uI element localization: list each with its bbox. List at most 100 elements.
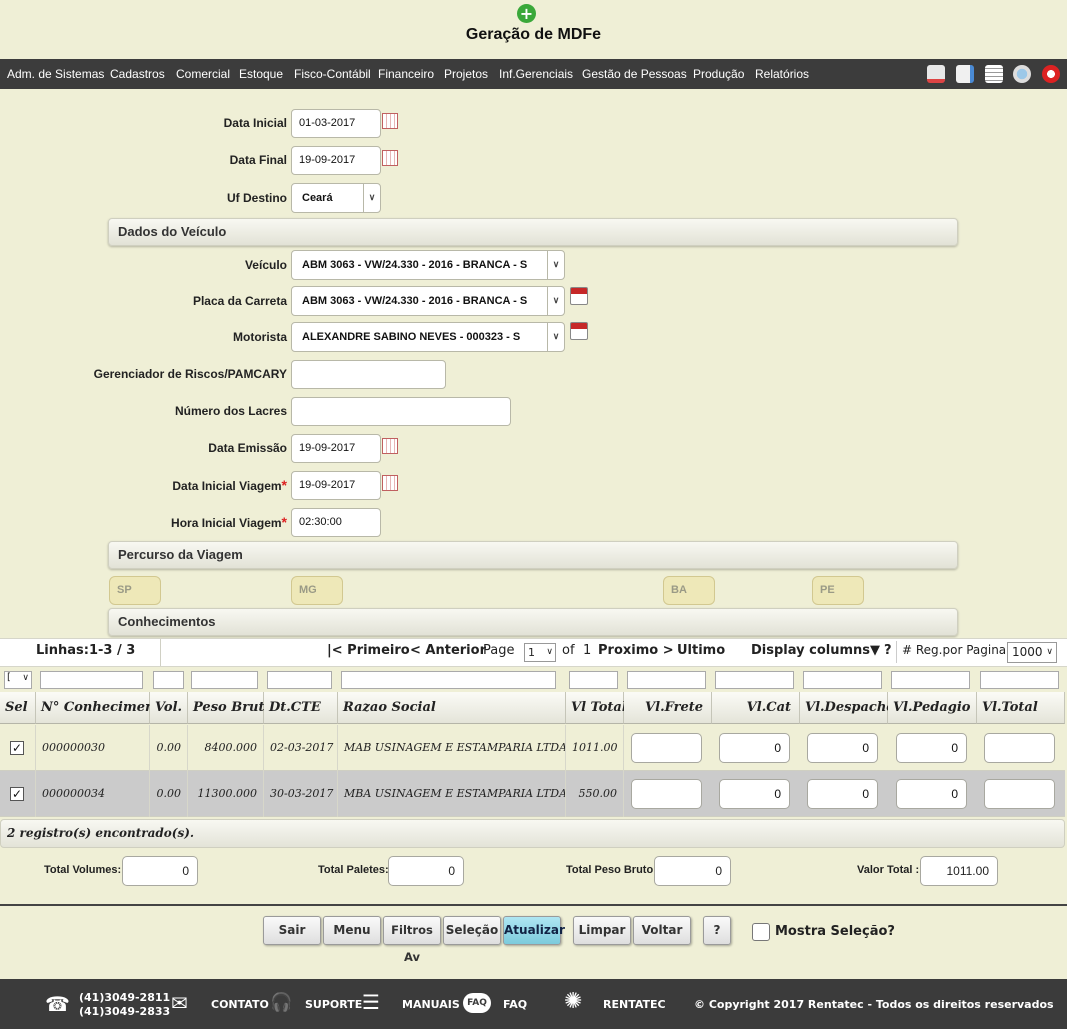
filter-dt-input[interactable] <box>267 671 332 689</box>
filter-vltotal-input[interactable] <box>569 671 618 689</box>
veiculo-select[interactable]: ABM 3063 - VW/24.330 - 2016 - BRANCA - S… <box>291 250 565 280</box>
col-header-vltotal[interactable]: Vl Total <box>566 692 627 724</box>
data-emissao-input[interactable]: 19-09-2017 <box>291 434 381 463</box>
lacres-input[interactable] <box>291 397 511 426</box>
col-header-numero[interactable]: N° Conhecimento <box>36 692 169 724</box>
calendar-add-icon[interactable] <box>570 322 588 340</box>
total-volumes-field[interactable]: 0 <box>122 856 198 886</box>
filter-cat-input[interactable] <box>715 671 794 689</box>
filter-numero-input[interactable] <box>40 671 143 689</box>
calendar-add-icon[interactable] <box>570 287 588 305</box>
atualizar-button[interactable]: Atualizar <box>503 916 565 945</box>
col-header-razao[interactable]: Razao Social <box>338 692 566 724</box>
books-icon[interactable]: ☰ <box>362 992 380 1012</box>
chevron-down-icon[interactable]: ∨ <box>547 287 564 315</box>
filter-total-input[interactable] <box>980 671 1059 689</box>
motorista-select[interactable]: ALEXANDRE SABINO NEVES - 000323 - S ∨ <box>291 322 565 352</box>
pager-last[interactable]: Ultimo <box>677 643 725 658</box>
filter-vol-input[interactable] <box>153 671 184 689</box>
footer-rentatec-link[interactable]: RENTATEC <box>603 998 666 1011</box>
vl-despacho-input[interactable]: 0 <box>807 779 878 809</box>
uf-destino-select[interactable]: Ceará ∨ <box>291 183 381 213</box>
limpar-button[interactable]: Limpar <box>573 916 631 945</box>
display-columns-button[interactable]: Display columns▼ <box>751 643 880 658</box>
footer-faq-link[interactable]: FAQ <box>503 998 527 1011</box>
row-select-checkbox[interactable]: ✓ <box>10 787 24 801</box>
table-row[interactable]: ✓ 000000030 0.00 8400.000 02-03-2017 MAB… <box>0 725 1065 771</box>
placa-carreta-select[interactable]: ABM 3063 - VW/24.330 - 2016 - BRANCA - S… <box>291 286 565 316</box>
percurso-uf-input[interactable]: MG <box>291 576 343 605</box>
menu-item-relatorios[interactable]: Relatórios <box>755 67 809 81</box>
percurso-uf-input[interactable]: BA <box>663 576 715 605</box>
menu-button[interactable]: Menu <box>323 916 381 945</box>
grid-help-button[interactable]: ? <box>884 643 892 658</box>
col-header-dt[interactable]: Dt.CTE <box>264 692 338 724</box>
filter-sel-select[interactable]: [∨ <box>4 671 32 689</box>
vl-frete-input[interactable] <box>631 733 702 763</box>
data-inicial-viagem-input[interactable]: 19-09-2017 <box>291 471 381 500</box>
add-icon[interactable]: + <box>517 4 536 23</box>
chevron-down-icon[interactable]: ∨ <box>547 251 564 279</box>
voltar-button[interactable]: Voltar <box>633 916 691 945</box>
mail-icon[interactable]: ✉ <box>171 993 188 1013</box>
menu-item-fisco-contabil[interactable]: Fisco-Contábil <box>294 67 371 81</box>
footer-manuais-link[interactable]: MANUAIS <box>402 998 460 1011</box>
vl-total-input[interactable] <box>984 733 1055 763</box>
col-header-despacho[interactable]: Vl.Despacho <box>800 692 895 724</box>
col-header-total[interactable]: Vl.Total <box>977 692 1065 724</box>
reg-por-pagina-select[interactable]: 1000 ∨ <box>1007 642 1057 663</box>
selecao-button[interactable]: Seleção <box>443 916 501 945</box>
home-icon[interactable] <box>927 65 945 83</box>
row-select-checkbox[interactable]: ✓ <box>10 741 24 755</box>
page-select[interactable]: 1 ∨ <box>524 643 556 662</box>
power-icon[interactable] <box>1042 65 1060 83</box>
chevron-down-icon[interactable]: ∨ <box>547 323 564 351</box>
pager-first[interactable]: |< Primeiro <box>327 643 410 658</box>
sair-button[interactable]: Sair <box>263 916 321 945</box>
chevron-down-icon[interactable]: ∨ <box>363 184 380 212</box>
menu-item-comercial[interactable]: Comercial <box>176 67 230 81</box>
pager-next[interactable]: Proximo > <box>598 643 674 658</box>
menu-item-inf-gerenciais[interactable]: Inf.Gerenciais <box>499 67 573 81</box>
export-icon[interactable] <box>956 65 974 83</box>
vl-cat-input[interactable]: 0 <box>719 779 790 809</box>
footer-suporte-link[interactable]: SUPORTE <box>305 998 362 1011</box>
help-button[interactable]: ? <box>703 916 731 945</box>
filter-frete-input[interactable] <box>627 671 706 689</box>
vl-total-input[interactable] <box>984 779 1055 809</box>
world-icon[interactable] <box>1013 65 1031 83</box>
hora-inicial-viagem-input[interactable]: 02:30:00 <box>291 508 381 537</box>
col-header-peso[interactable]: Peso Bruto <box>188 692 273 724</box>
menu-item-gestao-pessoas[interactable]: Gestão de Pessoas <box>582 67 687 81</box>
vl-frete-input[interactable] <box>631 779 702 809</box>
col-header-cat[interactable]: Vl.Cat <box>712 692 800 724</box>
col-header-vol[interactable]: Vol. <box>150 692 188 724</box>
filter-pedagio-input[interactable] <box>891 671 970 689</box>
percurso-uf-input[interactable]: PE <box>812 576 864 605</box>
menu-item-projetos[interactable]: Projetos <box>444 67 488 81</box>
total-paletes-field[interactable]: 0 <box>388 856 464 886</box>
data-inicial-input[interactable]: 01-03-2017 <box>291 109 381 138</box>
faq-icon[interactable]: FAQ <box>463 993 491 1013</box>
calendar-icon[interactable] <box>382 475 398 491</box>
filter-despacho-input[interactable] <box>803 671 882 689</box>
gerenciador-input[interactable] <box>291 360 446 389</box>
col-header-frete[interactable]: Vl.Frete <box>624 692 712 724</box>
filtros-av-button[interactable]: Filtros Av <box>383 916 441 964</box>
valor-total-field[interactable]: 1011.00 <box>920 856 998 886</box>
calendar-icon[interactable] <box>382 113 398 129</box>
calendar-icon[interactable] <box>382 438 398 454</box>
percurso-uf-input[interactable]: SP <box>109 576 161 605</box>
pager-previous[interactable]: < Anterior <box>410 643 486 658</box>
calendar-icon[interactable] <box>382 150 398 166</box>
headset-icon[interactable]: 🎧 <box>270 993 292 1013</box>
total-peso-field[interactable]: 0 <box>654 856 731 886</box>
vl-cat-input[interactable]: 0 <box>719 733 790 763</box>
col-header-pedagio[interactable]: Vl.Pedagio <box>888 692 977 724</box>
data-final-input[interactable]: 19-09-2017 <box>291 146 381 175</box>
footer-contato-link[interactable]: CONTATO <box>211 998 269 1011</box>
menu-item-financeiro[interactable]: Financeiro <box>378 67 434 81</box>
filter-peso-input[interactable] <box>191 671 258 689</box>
vl-pedagio-input[interactable]: 0 <box>896 779 967 809</box>
menu-item-cadastros[interactable]: Cadastros <box>110 67 165 81</box>
